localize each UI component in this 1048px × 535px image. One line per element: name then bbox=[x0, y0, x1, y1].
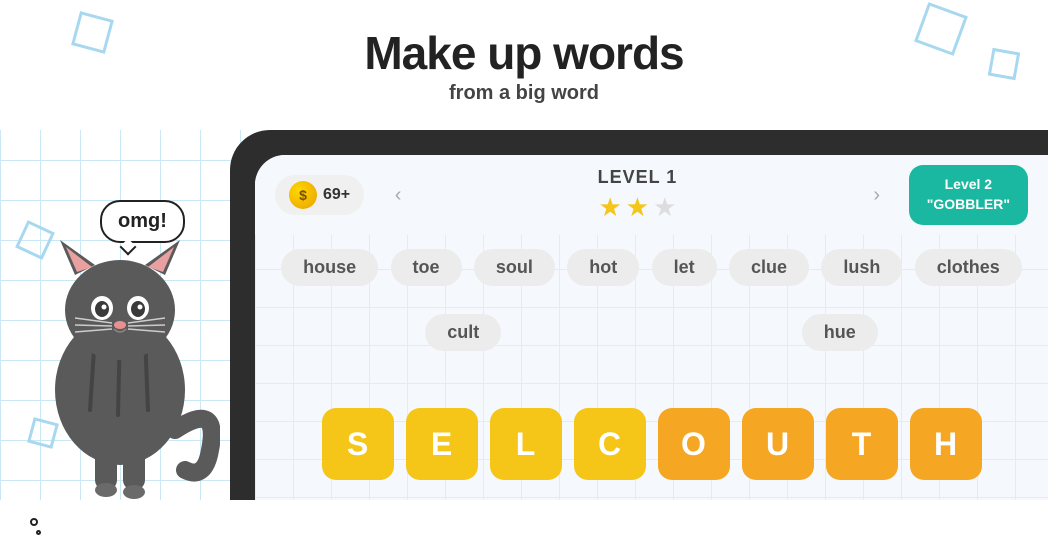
tile-u[interactable]: U bbox=[742, 408, 814, 480]
panel-header: $ 69+ ‹ LEVEL 1 ★ ★ ★ › Level 2 "GOBBLER… bbox=[255, 155, 1048, 235]
coin-icon: $ bbox=[289, 181, 317, 209]
level-center: LEVEL 1 ★ ★ ★ bbox=[414, 167, 861, 223]
coin-badge: $ 69+ bbox=[275, 175, 364, 215]
speech-bubble: omg! bbox=[100, 200, 185, 243]
word-soul[interactable]: soul bbox=[474, 249, 555, 286]
next-level-button[interactable]: Level 2 "GOBBLER" bbox=[909, 165, 1028, 224]
nav-left-button[interactable]: ‹ bbox=[382, 179, 414, 211]
star-3: ★ bbox=[653, 192, 676, 223]
coin-amount: 69+ bbox=[323, 186, 350, 204]
word-toe[interactable]: toe bbox=[391, 249, 462, 286]
tiles-row: S E L C O U T H bbox=[255, 408, 1048, 480]
cat-container: omg! bbox=[20, 140, 240, 500]
word-let[interactable]: let bbox=[652, 249, 717, 286]
star-1: ★ bbox=[598, 192, 621, 223]
stars-row: ★ ★ ★ bbox=[598, 192, 676, 223]
tile-t[interactable]: T bbox=[826, 408, 898, 480]
deco-square-3 bbox=[988, 48, 1020, 80]
tile-l[interactable]: L bbox=[490, 408, 562, 480]
main-title: Make up words bbox=[364, 26, 683, 80]
word-hue[interactable]: hue bbox=[802, 314, 878, 351]
word-house[interactable]: house bbox=[281, 249, 378, 286]
nav-right-button[interactable]: › bbox=[861, 179, 893, 211]
word-hot[interactable]: hot bbox=[567, 249, 639, 286]
tile-o[interactable]: O bbox=[658, 408, 730, 480]
tile-s[interactable]: S bbox=[322, 408, 394, 480]
tile-h[interactable]: H bbox=[910, 408, 982, 480]
sub-title: from a big word bbox=[449, 82, 599, 105]
tile-e[interactable]: E bbox=[406, 408, 478, 480]
word-clue[interactable]: clue bbox=[729, 249, 809, 286]
word-clothes[interactable]: clothes bbox=[915, 249, 1022, 286]
word-cult[interactable]: cult bbox=[425, 314, 501, 351]
word-lush[interactable]: lush bbox=[821, 249, 902, 286]
star-2: ★ bbox=[626, 192, 649, 223]
level-label: LEVEL 1 bbox=[598, 167, 678, 188]
bubble-dots bbox=[30, 518, 41, 535]
speech-text: omg! bbox=[118, 210, 167, 232]
words-area: house toe soul hot let clue lush clothes… bbox=[255, 235, 1048, 365]
tile-c[interactable]: C bbox=[574, 408, 646, 480]
top-section: Make up words from a big word bbox=[0, 0, 1048, 130]
